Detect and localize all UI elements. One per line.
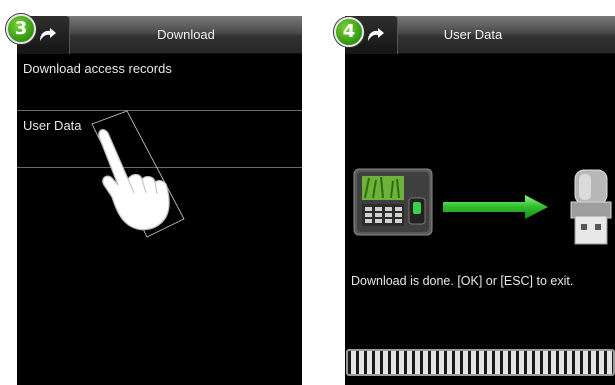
titlebar: User Data [345,16,615,54]
progress-fill [348,351,613,374]
titlebar: Download [17,16,302,54]
progress-bar [346,349,615,376]
back-arrow-icon [368,28,384,41]
page-title: Download [157,27,215,42]
step-badge: 3 [6,14,36,44]
page-title: User Data [443,27,503,42]
menu-item-label: Download access records [23,61,172,76]
usb-drive-icon [570,169,612,245]
user-data-screen: User Data Download is done. [OK] or [ESC… [345,16,615,385]
attendance-device-icon [353,168,433,236]
status-text: Download is done. [OK] or [ESC] to exit. [351,274,574,288]
green-arrow-icon [443,195,548,219]
hand-pointer-icon [91,110,185,238]
menu-item-download-access-records[interactable]: Download access records [17,55,302,111]
back-arrow-icon [40,28,56,41]
download-screen: Download Download access records User Da… [17,16,302,385]
step-badge: 4 [334,17,364,47]
